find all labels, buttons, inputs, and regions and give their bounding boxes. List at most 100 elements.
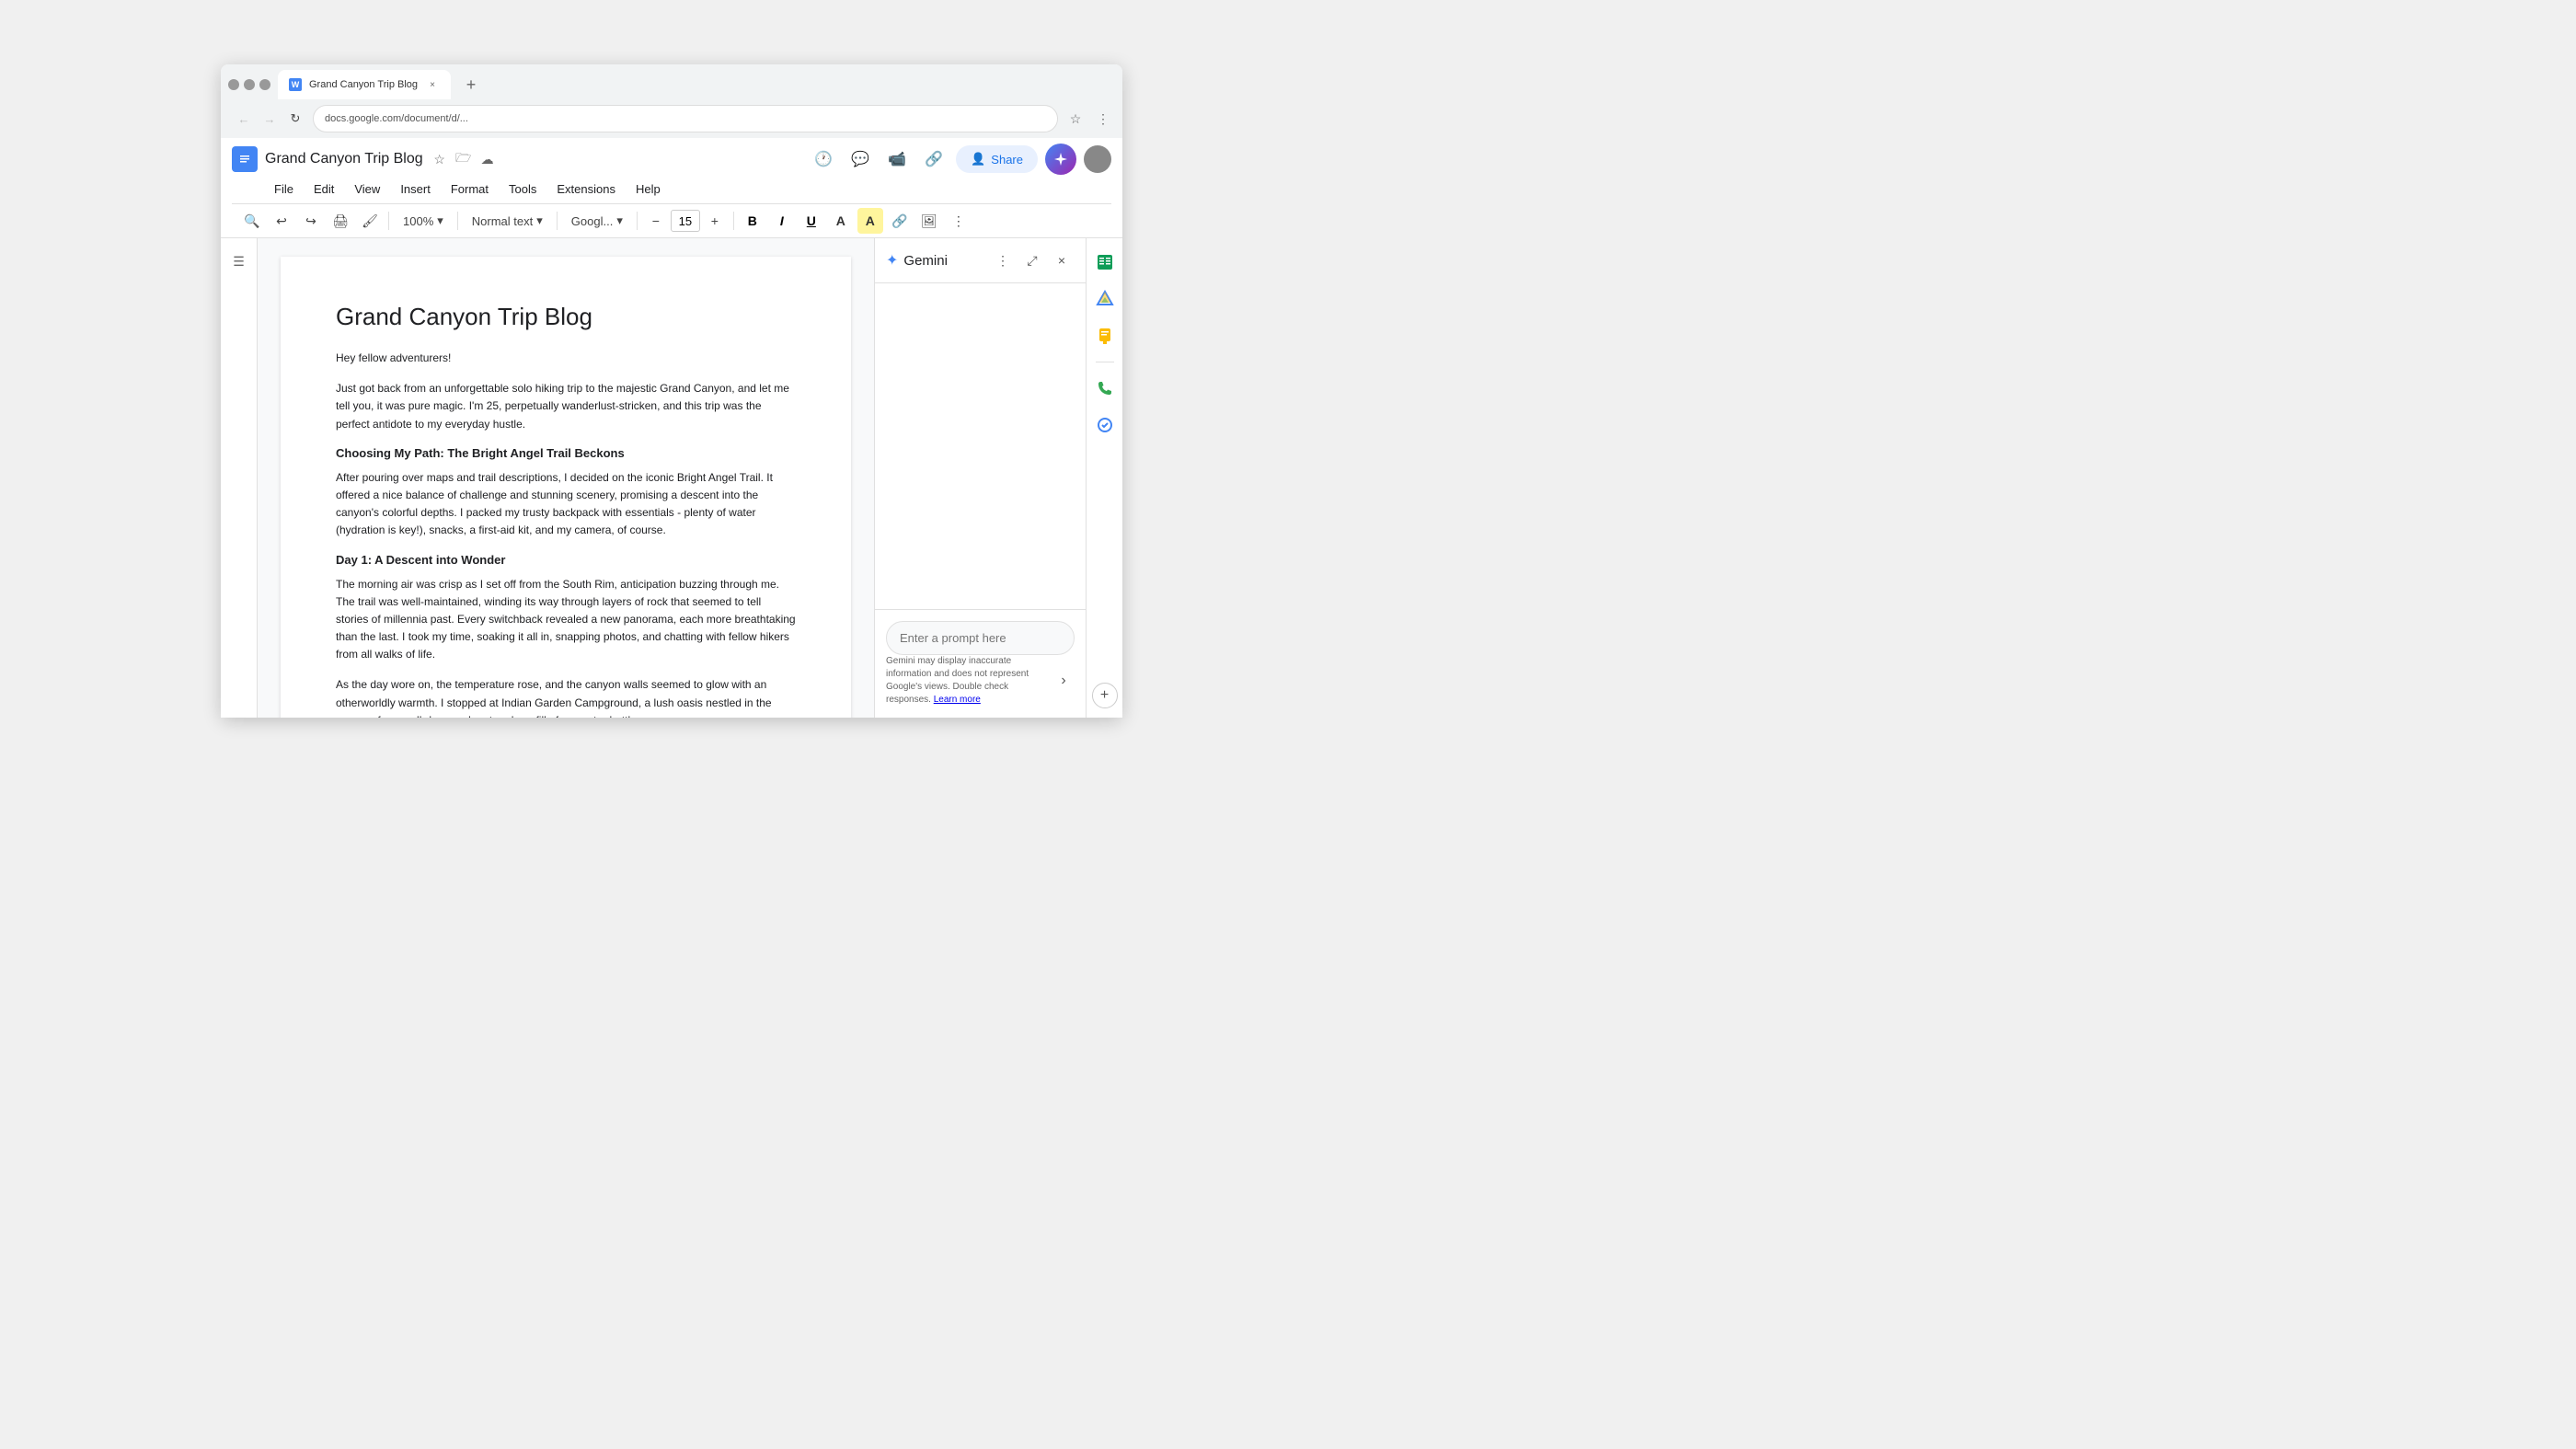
refresh-btn[interactable]: ↻ bbox=[283, 107, 307, 131]
italic-btn[interactable]: I bbox=[769, 208, 795, 234]
gemini-button[interactable] bbox=[1045, 144, 1076, 175]
link-icon[interactable]: 🔗 bbox=[919, 144, 949, 174]
tasks-sidebar-icon[interactable] bbox=[1090, 410, 1120, 440]
add-sidebar-btn[interactable]: + bbox=[1092, 683, 1118, 708]
gemini-header: ✦ Gemini ⋮ ⤢ × bbox=[875, 238, 1086, 283]
tab-close-btn[interactable]: × bbox=[425, 77, 440, 92]
link-toolbar-icon: 🔗 bbox=[891, 213, 907, 229]
address-bar[interactable]: docs.google.com/document/d/... bbox=[313, 105, 1058, 132]
gemini-arrow-btn[interactable]: › bbox=[1052, 670, 1075, 692]
page-area: Grand Canyon Trip Blog Hey fellow advent… bbox=[258, 238, 874, 718]
refresh-icon: ↻ bbox=[291, 111, 301, 126]
doc-main-title: Grand Canyon Trip Blog bbox=[336, 303, 796, 331]
chat-symbol: 💬 bbox=[851, 150, 869, 168]
undo-btn[interactable]: ↩ bbox=[269, 208, 294, 234]
undo-icon: ↩ bbox=[276, 213, 287, 229]
add-sidebar-icon: + bbox=[1100, 687, 1109, 704]
menu-extensions[interactable]: Extensions bbox=[547, 178, 625, 200]
gemini-disclaimer: Gemini may display inaccurate informatio… bbox=[886, 655, 1052, 707]
more-toolbar-icon: ⋮ bbox=[952, 213, 965, 229]
link-symbol: 🔗 bbox=[925, 150, 943, 168]
gemini-body bbox=[875, 283, 1086, 609]
zoom-dropdown[interactable]: 100% ▾ bbox=[395, 210, 452, 232]
doc-para-2[interactable]: Just got back from an unforgettable solo… bbox=[336, 380, 796, 433]
share-button[interactable]: 👤 Share bbox=[956, 145, 1038, 173]
toolbar-divider-3 bbox=[557, 212, 558, 230]
more-toolbar-btn[interactable]: ⋮ bbox=[946, 208, 972, 234]
tab-title: Grand Canyon Trip Blog bbox=[309, 79, 418, 90]
underline-btn[interactable]: U bbox=[799, 208, 824, 234]
toolbar-divider-2 bbox=[457, 212, 458, 230]
search-toolbar-icon: 🔍 bbox=[244, 213, 259, 229]
new-tab-btn[interactable]: + bbox=[458, 72, 484, 98]
zoom-dropdown-arrow: ▾ bbox=[437, 213, 443, 228]
meet-symbol: 📹 bbox=[888, 150, 906, 168]
print-btn[interactable]: 🖨 bbox=[328, 208, 353, 234]
window-maximize-btn[interactable] bbox=[244, 79, 255, 90]
window-close-btn[interactable] bbox=[259, 79, 270, 90]
document-page: Grand Canyon Trip Blog Hey fellow advent… bbox=[281, 257, 851, 718]
font-size-input[interactable] bbox=[671, 210, 700, 232]
doc-para-5[interactable]: As the day wore on, the temperature rose… bbox=[336, 676, 796, 718]
menu-insert[interactable]: Insert bbox=[391, 178, 440, 200]
doc-heading-2[interactable]: Day 1: A Descent into Wonder bbox=[336, 553, 796, 567]
link-toolbar-btn[interactable]: 🔗 bbox=[887, 208, 913, 234]
cloud-icon[interactable]: ☁ bbox=[478, 150, 497, 168]
browser-menu-icon: ⋮ bbox=[1097, 111, 1110, 127]
gemini-more-btn[interactable]: ⋮ bbox=[990, 247, 1016, 273]
star-icon[interactable]: ☆ bbox=[431, 150, 449, 168]
menu-file[interactable]: File bbox=[265, 178, 303, 200]
menu-view[interactable]: View bbox=[345, 178, 389, 200]
highlight-btn[interactable]: A bbox=[857, 208, 883, 234]
font-size-minus[interactable]: − bbox=[643, 208, 669, 234]
meet-icon[interactable]: 📹 bbox=[882, 144, 912, 174]
gemini-title: ✦ Gemini bbox=[886, 251, 948, 270]
redo-btn[interactable]: ↪ bbox=[298, 208, 324, 234]
phone-sidebar-icon[interactable] bbox=[1090, 374, 1120, 403]
text-style-dropdown[interactable]: Normal text ▾ bbox=[464, 210, 551, 232]
toolbar-divider-5 bbox=[733, 212, 734, 230]
gemini-panel: ✦ Gemini ⋮ ⤢ × bbox=[874, 238, 1086, 718]
image-toolbar-btn[interactable]: 🖼 bbox=[916, 208, 942, 234]
share-icon: 👤 bbox=[971, 152, 985, 167]
user-avatar[interactable] bbox=[1084, 145, 1111, 173]
menu-help[interactable]: Help bbox=[627, 178, 670, 200]
bookmark-btn[interactable]: ☆ bbox=[1064, 107, 1087, 131]
menu-edit[interactable]: Edit bbox=[305, 178, 343, 200]
paint-btn[interactable]: 🖌 bbox=[357, 208, 383, 234]
back-icon: ← bbox=[238, 112, 250, 126]
gemini-star-icon: ✦ bbox=[886, 251, 898, 270]
window-minimize-btn[interactable] bbox=[228, 79, 239, 90]
font-size-plus[interactable]: + bbox=[702, 208, 728, 234]
drive-sidebar-icon[interactable] bbox=[1090, 284, 1120, 314]
menu-format[interactable]: Format bbox=[442, 178, 498, 200]
keep-sidebar-icon[interactable] bbox=[1090, 321, 1120, 351]
doc-para-4[interactable]: The morning air was crisp as I set off f… bbox=[336, 576, 796, 664]
bold-btn[interactable]: B bbox=[740, 208, 765, 234]
font-size-ctrl: − + bbox=[643, 208, 728, 234]
right-sidebar: + bbox=[1086, 238, 1122, 718]
text-color-btn[interactable]: A bbox=[828, 208, 854, 234]
left-sidebar: ☰ bbox=[221, 238, 258, 718]
doc-para-1[interactable]: Hey fellow adventurers! bbox=[336, 350, 796, 367]
gemini-learn-more[interactable]: Learn more bbox=[934, 695, 981, 705]
doc-para-3[interactable]: After pouring over maps and trail descri… bbox=[336, 469, 796, 540]
outline-icon[interactable]: ☰ bbox=[225, 247, 253, 275]
sheets-sidebar-icon[interactable] bbox=[1090, 247, 1120, 277]
gemini-close-btn[interactable]: × bbox=[1049, 247, 1075, 273]
browser-tab[interactable]: W Grand Canyon Trip Blog × bbox=[278, 70, 451, 99]
gemini-expand-btn[interactable]: ⤢ bbox=[1019, 247, 1045, 273]
gemini-more-icon: ⋮ bbox=[996, 253, 1009, 269]
gemini-prompt-input[interactable] bbox=[886, 621, 1075, 655]
forward-btn[interactable]: → bbox=[258, 107, 282, 131]
font-dropdown[interactable]: Googl... ▾ bbox=[563, 210, 631, 232]
back-btn[interactable]: ← bbox=[232, 107, 256, 131]
folder-icon[interactable]: 🗁 bbox=[454, 150, 473, 168]
search-toolbar-btn[interactable]: 🔍 bbox=[239, 208, 265, 234]
chat-icon[interactable]: 💬 bbox=[845, 144, 875, 174]
menu-tools[interactable]: Tools bbox=[500, 178, 546, 200]
history-icon[interactable]: 🕐 bbox=[809, 144, 838, 174]
browser-menu-btn[interactable]: ⋮ bbox=[1091, 107, 1115, 131]
font-dropdown-arrow: ▾ bbox=[616, 213, 623, 228]
doc-heading-1[interactable]: Choosing My Path: The Bright Angel Trail… bbox=[336, 446, 796, 460]
